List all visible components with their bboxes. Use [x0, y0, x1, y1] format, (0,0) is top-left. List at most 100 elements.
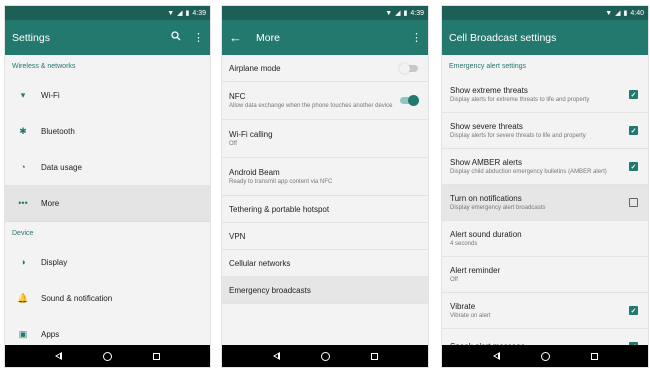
- more-item-label: Emergency broadcasts: [229, 285, 311, 295]
- more-item-android-beam[interactable]: Android Beam Ready to transmit app conten…: [222, 158, 428, 196]
- settings-item-label: Apps: [41, 329, 60, 339]
- broadcast-item-alert-sound-duration[interactable]: Alert sound duration 4 seconds: [442, 221, 648, 257]
- broadcast-item-text: Turn on notifications Display emergency a…: [450, 194, 629, 212]
- more-item-cellular-networks[interactable]: Cellular networks: [222, 250, 428, 277]
- nfc-toggle[interactable]: [400, 95, 419, 106]
- nav-back-icon[interactable]: [272, 352, 280, 360]
- broadcast-item-summary: Display alerts for extreme threats to li…: [450, 96, 590, 103]
- status-time: 4:39: [410, 9, 424, 17]
- show-severe-threats-checkbox[interactable]: ✓: [629, 126, 638, 135]
- broadcast-item-show-amber-alerts[interactable]: Show AMBER alerts Display child abduction…: [442, 149, 648, 185]
- more-screen: ▼ ◢ ▮ 4:39 ← More ⋮ Airplane mode NFC Allo…: [221, 5, 429, 368]
- more-item-content: Airplane mode: [229, 62, 428, 74]
- nav-home-icon[interactable]: [320, 351, 330, 361]
- section-header: Emergency alert settings: [449, 62, 527, 70]
- cell-broadcast-list: Emergency alert settings Show extreme th…: [442, 55, 648, 345]
- vibrate-checkbox[interactable]: ✓: [629, 306, 638, 315]
- broadcast-item-turn-on-notifications[interactable]: Turn on notifications Display emergency a…: [442, 185, 648, 221]
- settings-item-bluetooth[interactable]: ✱ Bluetooth: [5, 113, 210, 149]
- settings-item-sound-notification[interactable]: 🔔 Sound & notification: [5, 280, 210, 316]
- wifi-status-icon: ▼: [167, 9, 175, 17]
- back-arrow-icon[interactable]: ←: [229, 30, 242, 45]
- more-item-label: Airplane mode: [229, 63, 281, 73]
- more-item-content: NFC Allow data exchange when the phone to…: [229, 92, 428, 110]
- settings-item-label: More: [41, 198, 60, 208]
- broadcast-item-speak-alert-message[interactable]: Speak alert message✓: [442, 329, 648, 345]
- settings-item-label: Bluetooth: [41, 126, 75, 136]
- app-bar: ← More ⋮: [222, 20, 428, 55]
- more-item-airplane-mode[interactable]: Airplane mode: [222, 55, 428, 82]
- more-item-nfc[interactable]: NFC Allow data exchange when the phone to…: [222, 82, 428, 120]
- more-item-label: VPN: [229, 231, 246, 241]
- status-time: 4:40: [630, 9, 644, 17]
- bell-icon: 🔔: [17, 292, 29, 303]
- more-item-label: Tethering & portable hotspot: [229, 204, 330, 214]
- broadcast-item-text: Show severe threats Display alerts for se…: [450, 122, 629, 140]
- data-usage-icon: ◔: [20, 162, 26, 172]
- settings-item-wi-fi[interactable]: ▾ Wi-Fi: [5, 77, 210, 113]
- battery-icon: ▮: [623, 9, 628, 17]
- nav-recents-icon[interactable]: [590, 352, 598, 360]
- settings-item-label: Sound & notification: [41, 293, 113, 303]
- broadcast-item-show-extreme-threats[interactable]: Show extreme threats Display alerts for e…: [442, 77, 648, 113]
- settings-item-apps[interactable]: ▣ Apps: [5, 316, 210, 345]
- settings-item-label: Wi-Fi: [41, 90, 60, 100]
- broadcast-item-label: Turn on notifications: [450, 193, 522, 203]
- more-item-content: Wi-Fi calling Off: [229, 130, 428, 148]
- status-bar: ▼ ◢ ▮ 4:39: [222, 6, 428, 20]
- more-item-label: Wi-Fi calling: [229, 129, 273, 139]
- settings-item-label: Display: [41, 257, 68, 267]
- more-item-content: Cellular networks: [229, 259, 428, 268]
- nav-back-icon[interactable]: [55, 352, 63, 360]
- more-list: Airplane mode NFC Allow data exchange when…: [222, 55, 428, 345]
- toggle-knob: [399, 62, 410, 74]
- more-item-summary: Off: [229, 140, 237, 147]
- display-icon: ◑: [20, 257, 26, 267]
- overflow-menu-icon[interactable]: ⋮: [411, 31, 422, 44]
- more-item-emergency-broadcasts[interactable]: Emergency broadcasts: [222, 277, 428, 304]
- nav-back-icon[interactable]: [492, 352, 500, 360]
- nav-home-icon[interactable]: [102, 351, 112, 361]
- more-item-text: Tethering & portable hotspot: [229, 205, 418, 214]
- show-amber-alerts-checkbox[interactable]: ✓: [629, 162, 638, 171]
- status-bar: ▼ ◢ ▮ 4:39: [5, 6, 210, 20]
- search-icon[interactable]: [171, 31, 181, 44]
- broadcast-item-summary: Vibrate on alert: [450, 312, 491, 319]
- overflow-menu-icon[interactable]: ⋮: [193, 31, 204, 44]
- more-item-tethering-portable-hotspot[interactable]: Tethering & portable hotspot: [222, 196, 428, 223]
- settings-item-more[interactable]: ••• More: [5, 185, 210, 221]
- bluetooth-icon: ✱: [19, 125, 27, 136]
- more-item-vpn[interactable]: VPN: [222, 223, 428, 250]
- settings-item-display[interactable]: ◑ Display: [5, 244, 210, 280]
- turn-on-notifications-checkbox[interactable]: [629, 198, 638, 207]
- more-item-content: Emergency broadcasts: [229, 286, 428, 295]
- wifi-icon: ▾: [20, 89, 26, 100]
- broadcast-item-summary: 4 seconds: [450, 240, 478, 247]
- broadcast-item-show-severe-threats[interactable]: Show severe threats Display alerts for se…: [442, 113, 648, 149]
- wifi-status-icon: ▼: [605, 9, 613, 17]
- broadcast-item-summary: Display child abduction emergency bullet…: [450, 168, 607, 175]
- nav-bar: [442, 345, 648, 367]
- broadcast-item-vibrate[interactable]: Vibrate Vibrate on alert ✓: [442, 293, 648, 329]
- wifi-status-icon: ▼: [385, 9, 393, 17]
- more-item-text: NFC Allow data exchange when the phone to…: [229, 92, 400, 110]
- broadcast-item-label: Alert sound duration: [450, 229, 522, 239]
- broadcast-item-alert-reminder[interactable]: Alert reminder Off: [442, 257, 648, 293]
- broadcast-item-text: Vibrate Vibrate on alert: [450, 302, 629, 320]
- more-item-wi-fi-calling[interactable]: Wi-Fi calling Off: [222, 120, 428, 158]
- status-bar: ▼ ◢ ▮ 4:40: [442, 6, 648, 20]
- broadcast-item-summary: Off: [450, 276, 458, 283]
- broadcast-item-text: Show extreme threats Display alerts for e…: [450, 86, 629, 104]
- nav-recents-icon[interactable]: [152, 352, 160, 360]
- broadcast-item-text: Alert reminder Off: [450, 266, 638, 284]
- show-extreme-threats-checkbox[interactable]: ✓: [629, 90, 638, 99]
- battery-icon: ▮: [185, 9, 190, 17]
- broadcast-item-label: Show severe threats: [450, 121, 523, 131]
- nav-home-icon[interactable]: [540, 351, 550, 361]
- airplane-mode-toggle[interactable]: [399, 62, 418, 74]
- more-item-text: Airplane mode: [229, 64, 400, 73]
- settings-list: Wireless & networks ▾ Wi-Fi ✱ Bluetooth ◔ Data…: [5, 55, 210, 345]
- nav-recents-icon[interactable]: [370, 352, 378, 360]
- settings-item-data-usage[interactable]: ◔ Data usage: [5, 149, 210, 185]
- app-bar: Settings ⋮: [5, 20, 210, 55]
